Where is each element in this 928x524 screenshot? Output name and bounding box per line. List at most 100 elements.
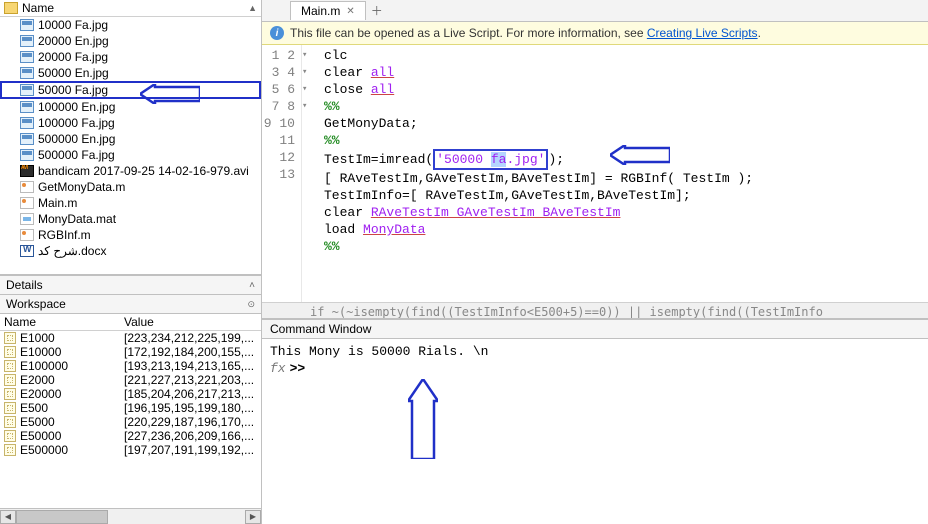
file-item[interactable]: 100000 Fa.jpg — [0, 115, 261, 131]
file-item[interactable]: 50000 Fa.jpg — [0, 81, 261, 99]
creating-live-scripts-link[interactable]: Creating Live Scripts — [647, 26, 758, 40]
file-name: bandicam 2017-09-25 14-02-16-979.avi — [38, 164, 249, 178]
img-file-icon — [20, 35, 34, 47]
avi-file-icon — [20, 165, 34, 177]
workspace-title: Workspace — [6, 297, 66, 311]
matrix-icon — [4, 332, 16, 344]
file-name: 20000 Fa.jpg — [38, 50, 108, 64]
var-name: E1000 — [4, 331, 124, 345]
add-tab-button[interactable]: ＋ — [368, 2, 386, 20]
m-file-icon — [20, 197, 34, 209]
details-panel-header[interactable]: Details ˄ — [0, 275, 261, 295]
workspace-header[interactable]: Workspace ⊙ — [0, 295, 261, 314]
workspace-row[interactable]: E500000[197,207,191,199,192,... — [0, 443, 261, 457]
matrix-icon — [4, 360, 16, 372]
var-name: E5000 — [4, 415, 124, 429]
file-item[interactable]: 500000 Fa.jpg — [0, 147, 261, 163]
workspace-row[interactable]: E2000[221,227,213,221,203,... — [0, 373, 261, 387]
file-name: شرح کد.docx — [38, 244, 106, 258]
matrix-icon — [4, 374, 16, 386]
code-editor[interactable]: 1 2 3 4 5 6 7 8 9 10 11 12 13 ▾ ▾ ▾ ▾ cl… — [262, 45, 928, 302]
var-name: E100000 — [4, 359, 124, 373]
file-name: 50000 Fa.jpg — [38, 83, 108, 97]
workspace-row[interactable]: E100000[193,213,194,213,165,... — [0, 359, 261, 373]
file-name: 500000 Fa.jpg — [38, 148, 115, 162]
var-name: E20000 — [4, 387, 124, 401]
matrix-icon — [4, 416, 16, 428]
chevron-up-icon[interactable]: ˄ — [249, 280, 255, 291]
tab-main-m[interactable]: Main.m ✕ — [290, 1, 366, 20]
file-item[interactable]: RGBInf.m — [0, 227, 261, 243]
prompt: >> — [290, 361, 306, 376]
file-item[interactable]: 20000 En.jpg — [0, 33, 261, 49]
file-item[interactable]: 20000 Fa.jpg — [0, 49, 261, 65]
workspace-hscroll[interactable]: ◀ ▶ — [0, 508, 261, 524]
sort-caret-icon: ▲ — [248, 3, 257, 13]
m-file-icon — [20, 229, 34, 241]
file-item[interactable]: 10000 Fa.jpg — [0, 17, 261, 33]
file-item[interactable]: 500000 En.jpg — [0, 131, 261, 147]
var-name: E500 — [4, 401, 124, 415]
file-item[interactable]: GetMonyData.m — [0, 179, 261, 195]
workspace-row[interactable]: E500[196,195,195,199,180,... — [0, 401, 261, 415]
var-value: [223,234,212,225,199,... — [124, 331, 257, 345]
fold-column[interactable]: ▾ ▾ ▾ ▾ — [302, 45, 316, 302]
workspace-table-header[interactable]: Name Value — [0, 314, 261, 331]
workspace-panel: Workspace ⊙ Name Value E1000[223,234,212… — [0, 295, 261, 524]
file-item[interactable]: شرح کد.docx — [0, 243, 261, 259]
var-value: [221,227,213,221,203,... — [124, 373, 257, 387]
scroll-thumb[interactable] — [16, 510, 108, 524]
close-icon[interactable]: ✕ — [346, 6, 354, 17]
command-window-body[interactable]: This Mony is 50000 Rials. \n fx >> — [262, 339, 928, 524]
workspace-row[interactable]: E20000[185,204,206,217,213,... — [0, 387, 261, 401]
file-name: RGBInf.m — [38, 228, 91, 242]
command-window-title: Command Window — [270, 322, 371, 336]
workspace-dropdown-icon[interactable]: ⊙ — [247, 299, 255, 310]
scroll-track[interactable] — [16, 510, 245, 524]
scroll-right-button[interactable]: ▶ — [245, 510, 261, 524]
m-file-icon — [20, 181, 34, 193]
folder-icon — [4, 2, 18, 14]
var-name: E50000 — [4, 429, 124, 443]
img-file-icon — [20, 117, 34, 129]
scroll-left-button[interactable]: ◀ — [0, 510, 16, 524]
img-file-icon — [20, 67, 34, 79]
workspace-row[interactable]: E1000[223,234,212,225,199,... — [0, 331, 261, 345]
file-item[interactable]: 50000 En.jpg — [0, 65, 261, 81]
command-prompt-line[interactable]: fx >> — [270, 360, 920, 377]
file-name: 500000 En.jpg — [38, 132, 115, 146]
var-value: [193,213,194,213,165,... — [124, 359, 257, 373]
file-item[interactable]: bandicam 2017-09-25 14-02-16-979.avi — [0, 163, 261, 179]
var-value: [227,236,206,209,166,... — [124, 429, 257, 443]
workspace-row[interactable]: E5000[220,229,187,196,170,... — [0, 415, 261, 429]
var-value: [185,204,206,217,213,... — [124, 387, 257, 401]
img-file-icon — [20, 149, 34, 161]
code-content[interactable]: clc clear all close all %% GetMonyData; … — [316, 45, 928, 302]
details-title: Details — [6, 278, 43, 292]
file-item[interactable]: MonyData.mat — [0, 211, 261, 227]
col-value: Value — [124, 315, 257, 329]
file-browser-header[interactable]: Name ▲ — [0, 0, 261, 17]
annotation-arrow-command — [408, 379, 438, 459]
fx-icon[interactable]: fx — [270, 361, 286, 376]
matrix-icon — [4, 430, 16, 442]
col-name: Name — [4, 315, 124, 329]
annotation-arrow-filebrowser — [140, 84, 200, 104]
workspace-row[interactable]: E50000[227,236,206,209,166,... — [0, 429, 261, 443]
command-window-header[interactable]: Command Window — [262, 320, 928, 339]
var-name: E2000 — [4, 373, 124, 387]
img-file-icon — [20, 84, 34, 96]
file-item[interactable]: Main.m — [0, 195, 261, 211]
matrix-icon — [4, 402, 16, 414]
partial-line: if ~(~isempty(find((TestImInfo<E500+5)==… — [262, 302, 928, 318]
command-output: This Mony is 50000 Rials. \n — [270, 343, 920, 360]
file-name: 20000 En.jpg — [38, 34, 109, 48]
var-value: [172,192,184,200,155,... — [124, 345, 257, 359]
workspace-row[interactable]: E10000[172,192,184,200,155,... — [0, 345, 261, 359]
info-suffix: . — [758, 26, 761, 40]
file-name: MonyData.mat — [38, 212, 116, 226]
file-item[interactable]: 100000 En.jpg — [0, 99, 261, 115]
matrix-icon — [4, 346, 16, 358]
info-prefix: This file can be opened as a Live Script… — [290, 26, 647, 40]
img-file-icon — [20, 51, 34, 63]
